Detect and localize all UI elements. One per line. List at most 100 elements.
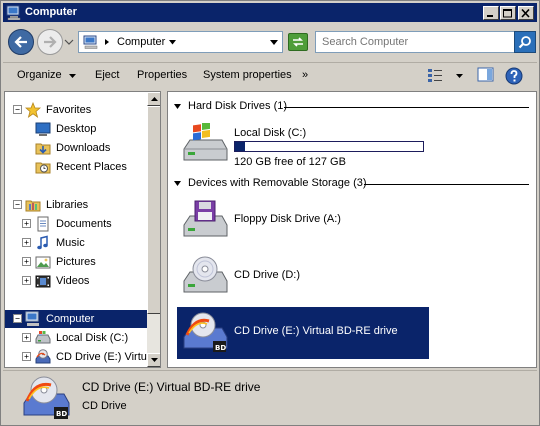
content-area: Hard Disk Drives (1) Local Disk (C:) 120… <box>167 91 537 368</box>
tree-label: Documents <box>56 218 112 230</box>
tree-item-downloads[interactable]: Downloads <box>5 139 147 157</box>
eject-button[interactable]: Eject <box>95 69 119 81</box>
drive-floppy-a[interactable]: Floppy Disk Drive (A:) <box>177 195 429 247</box>
breadcrumb-computer[interactable]: Computer <box>117 36 165 48</box>
star-icon <box>25 102 41 118</box>
tree-item-pictures[interactable]: + Pictures <box>5 253 147 271</box>
navigation-pane: − Favorites Desktop Downloads Recent Pla… <box>4 91 161 368</box>
computer-icon <box>83 35 98 49</box>
recent-pages-icon[interactable] <box>64 38 74 46</box>
search-input[interactable] <box>315 31 515 53</box>
tree-label: CD Drive (E:) Virtual BD-RE drive <box>56 351 147 363</box>
maximize-icon <box>503 8 512 17</box>
expand-icon[interactable]: + <box>22 276 31 285</box>
expand-icon[interactable]: + <box>22 352 31 361</box>
tree-item-desktop[interactable]: Desktop <box>5 120 147 138</box>
change-view-icon[interactable] <box>427 67 445 83</box>
title-bar[interactable]: Computer <box>3 3 537 22</box>
group-collapse-icon[interactable] <box>174 103 181 110</box>
forward-button[interactable] <box>37 29 63 55</box>
computer-icon <box>6 5 21 20</box>
tree-label: Computer <box>46 313 95 325</box>
preview-pane-icon[interactable] <box>477 67 495 83</box>
bd-drive-icon <box>35 349 51 364</box>
svg-text:BD: BD <box>56 410 67 418</box>
expand-icon[interactable]: + <box>22 333 31 342</box>
expand-icon[interactable]: + <box>22 257 31 266</box>
collapse-icon[interactable]: − <box>13 200 22 209</box>
documents-icon <box>37 216 49 232</box>
drive-cd-e[interactable]: BD CD Drive (E:) Virtual BD-RE drive <box>177 307 429 359</box>
drive-name: Floppy Disk Drive (A:) <box>234 213 341 225</box>
scroll-thumb[interactable] <box>147 106 160 314</box>
scroll-up-button[interactable] <box>147 92 160 106</box>
scroll-down-button[interactable] <box>147 353 160 367</box>
more-commands-button[interactable]: » <box>302 69 308 81</box>
nav-scrollbar[interactable] <box>147 92 160 367</box>
expand-icon[interactable]: + <box>22 238 31 247</box>
maximize-button[interactable] <box>500 6 516 20</box>
drive-cd-d[interactable]: CD Drive (D:) <box>177 251 429 303</box>
group-collapse-icon[interactable] <box>174 180 181 187</box>
view-options-chevron-icon[interactable] <box>456 74 463 78</box>
properties-button[interactable]: Properties <box>137 69 187 81</box>
drive-name: Local Disk (C:) <box>234 127 307 139</box>
minimize-icon <box>487 14 493 17</box>
minimize-button[interactable] <box>483 6 499 20</box>
arrow-up-icon <box>150 97 158 101</box>
group-divider <box>284 107 529 108</box>
group-label: Devices with Removable Storage (3) <box>188 177 367 189</box>
tree-item-favorites[interactable]: − Favorites <box>5 101 147 119</box>
window-title: Computer <box>25 6 77 18</box>
capacity-bar-fill <box>235 142 246 151</box>
details-subtitle: CD Drive <box>82 400 127 412</box>
hard-disk-icon <box>35 331 51 344</box>
videos-icon <box>35 275 51 288</box>
music-icon <box>37 235 48 250</box>
tree-label: Videos <box>56 275 90 287</box>
tree-label: Downloads <box>56 142 111 154</box>
search-button[interactable] <box>514 31 536 53</box>
explorer-window: Computer Computer Search Computer Organi… <box>0 0 540 426</box>
chevron-down-icon[interactable] <box>169 40 176 45</box>
hard-disk-windows-icon <box>183 123 228 161</box>
tree-item-videos[interactable]: + Videos <box>5 272 147 290</box>
refresh-button[interactable] <box>288 33 308 51</box>
floppy-drive-icon <box>183 200 228 237</box>
group-label: Hard Disk Drives (1) <box>188 100 288 112</box>
expand-icon[interactable]: + <box>22 219 31 228</box>
tree-item-local-disk[interactable]: + Local Disk (C:) <box>5 329 147 347</box>
svg-text:BD: BD <box>215 344 226 352</box>
recent-places-icon <box>35 162 51 174</box>
tree-item-documents[interactable]: + Documents <box>5 215 147 233</box>
tree-item-computer[interactable]: − Computer <box>5 310 147 328</box>
bd-drive-icon: BD <box>183 312 228 352</box>
collapse-icon[interactable]: − <box>13 314 22 323</box>
close-button[interactable] <box>518 6 534 20</box>
group-header-removable-storage[interactable]: Devices with Removable Storage (3) <box>174 177 374 191</box>
chevron-down-icon[interactable] <box>69 74 76 78</box>
free-space-text: 120 GB free of 127 GB <box>234 156 346 168</box>
details-pane: BD CD Drive (E:) Virtual BD-RE drive CD … <box>3 370 537 425</box>
system-properties-button[interactable]: System properties <box>203 69 292 81</box>
help-icon[interactable] <box>505 67 523 85</box>
breadcrumb-separator-icon[interactable] <box>104 39 110 45</box>
organize-button[interactable]: Organize <box>17 69 62 81</box>
address-dropdown-icon[interactable] <box>270 40 278 45</box>
arrow-left-icon <box>14 36 27 48</box>
capacity-bar <box>234 141 424 152</box>
collapse-icon[interactable]: − <box>13 105 22 114</box>
address-bar[interactable]: Computer <box>78 31 283 53</box>
tree-item-libraries[interactable]: − Libraries <box>5 196 147 214</box>
tree-item-recent-places[interactable]: Recent Places <box>5 158 147 176</box>
back-button[interactable] <box>8 29 34 55</box>
drive-local-disk-c[interactable]: Local Disk (C:) 120 GB free of 127 GB <box>177 119 429 171</box>
downloads-folder-icon <box>35 143 51 155</box>
tree-label: Recent Places <box>56 161 127 173</box>
tree-item-cd-drive-e[interactable]: + CD Drive (E:) Virtual BD-RE drive <box>5 348 147 366</box>
group-divider <box>364 184 529 185</box>
search-icon <box>518 36 531 49</box>
tree-item-music[interactable]: + Music <box>5 234 147 252</box>
arrow-right-icon <box>44 36 57 48</box>
pictures-icon <box>35 256 51 269</box>
